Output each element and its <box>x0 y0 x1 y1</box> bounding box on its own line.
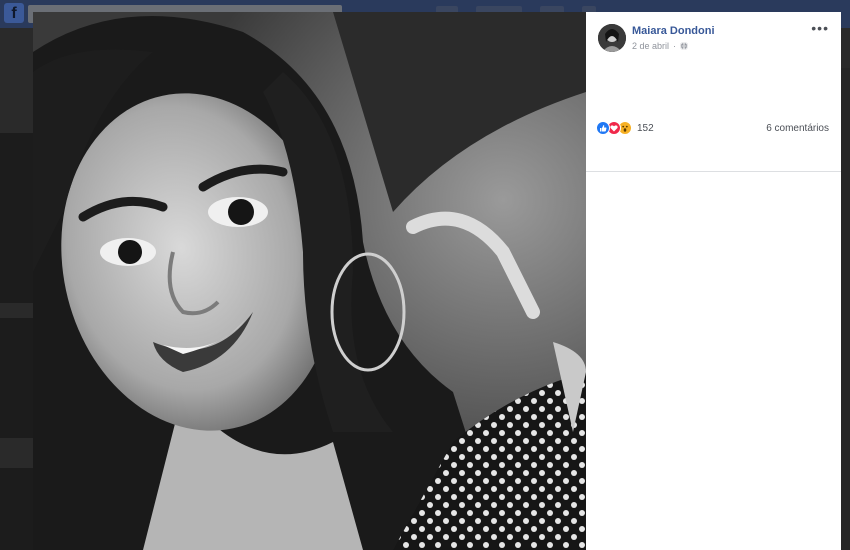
background-block <box>841 68 850 550</box>
reaction-count: 152 <box>637 122 654 134</box>
post-side-panel: Maiara Dondoni 2 de abril · ••• 152 6 co… <box>586 12 841 550</box>
background-block <box>0 318 33 438</box>
reactions-summary[interactable]: 152 <box>596 121 654 135</box>
divider <box>586 171 841 172</box>
post-date-link[interactable]: 2 de abril <box>632 41 669 51</box>
avatar-image <box>598 24 626 52</box>
comments-count-link[interactable]: 6 comentários <box>766 123 829 134</box>
like-icon <box>596 121 610 135</box>
post-photo[interactable] <box>33 12 586 550</box>
background-block <box>0 468 33 550</box>
globe-icon <box>680 42 689 50</box>
avatar[interactable] <box>598 24 626 52</box>
more-options-button[interactable]: ••• <box>811 21 829 35</box>
post-meta: 2 de abril · <box>632 41 689 51</box>
photo-image <box>33 12 586 550</box>
author-name-link[interactable]: Maiara Dondoni <box>632 25 715 37</box>
background-block <box>0 133 33 303</box>
facebook-logo-icon: f <box>4 3 24 23</box>
